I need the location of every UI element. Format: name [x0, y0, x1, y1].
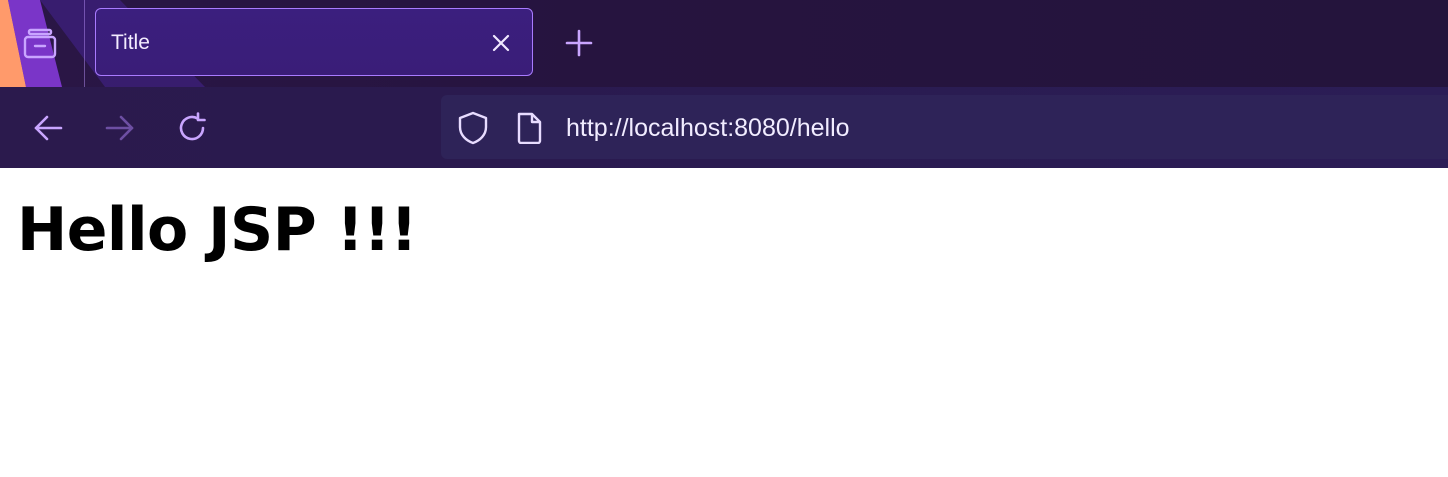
tab-active[interactable]: Title: [95, 8, 533, 76]
arrow-right-icon: [105, 115, 134, 141]
close-icon: [492, 34, 510, 52]
tab-strip: Title: [0, 0, 1448, 87]
tab-tray-icon: [23, 28, 57, 59]
page-info: [511, 110, 547, 146]
forward-button[interactable]: [99, 107, 141, 149]
new-tab-button[interactable]: [560, 24, 598, 62]
tab-close-button[interactable]: [488, 30, 514, 56]
arrow-left-icon: [34, 115, 63, 141]
browser-chrome: Title http://localhost:8080/hello: [0, 0, 1448, 168]
back-button[interactable]: [27, 107, 69, 149]
reload-button[interactable]: [171, 107, 213, 149]
url-input[interactable]: http://localhost:8080/hello: [566, 114, 850, 142]
site-security-button[interactable]: [455, 110, 491, 146]
reload-icon: [179, 112, 206, 141]
plus-icon: [565, 29, 593, 57]
page-heading: Hello JSP !!!: [17, 195, 418, 265]
navigation-toolbar: http://localhost:8080/hello: [0, 87, 1448, 168]
tab-strip-divider: [84, 0, 85, 87]
address-bar[interactable]: http://localhost:8080/hello: [441, 95, 1448, 159]
shield-icon: [458, 111, 488, 145]
page-icon: [517, 112, 542, 144]
page-content: Hello JSP !!!: [0, 168, 1448, 477]
tab-title: Title: [111, 31, 150, 54]
tab-tray-button[interactable]: [12, 18, 68, 70]
